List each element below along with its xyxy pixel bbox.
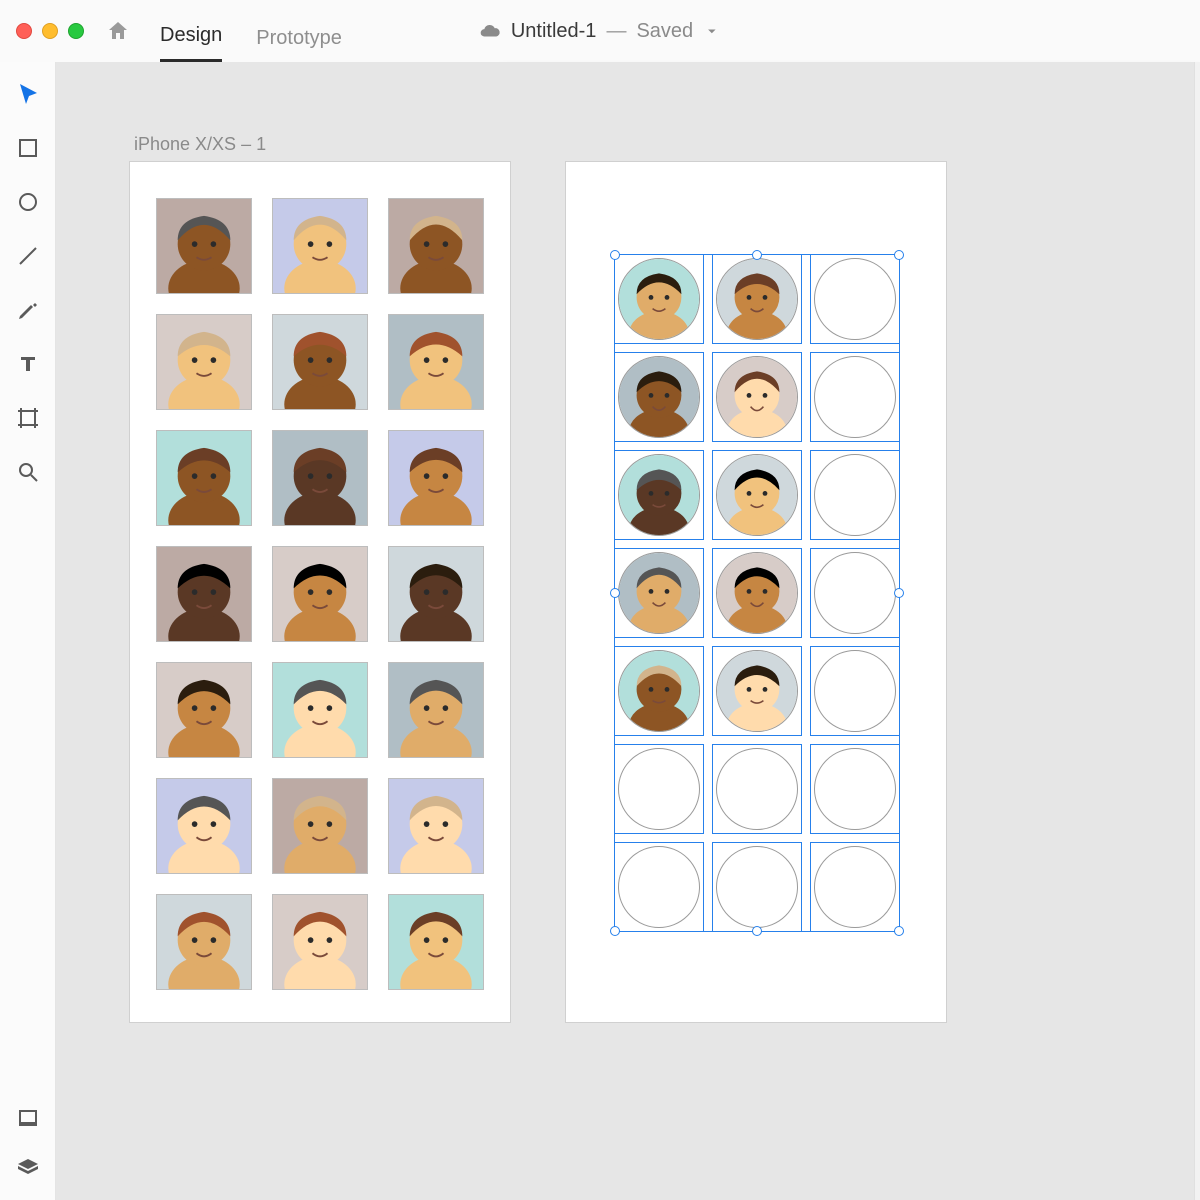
image-cell[interactable] — [388, 314, 484, 410]
image-cell[interactable] — [388, 778, 484, 874]
image-cell[interactable] — [810, 254, 900, 344]
image-cell[interactable] — [810, 450, 900, 540]
image-cell[interactable] — [156, 546, 252, 642]
main-area: iPhone X/XS – 1 — [0, 62, 1200, 1200]
document-title[interactable]: Untitled-1 — Saved — [479, 20, 721, 43]
mode-tabs: Design Prototype — [160, 0, 342, 62]
artboard-label[interactable]: iPhone X/XS – 1 — [134, 134, 266, 155]
zoom-window-button[interactable] — [68, 23, 84, 39]
image-cell[interactable] — [810, 744, 900, 834]
window-controls — [16, 23, 84, 39]
left-toolbar — [0, 62, 56, 1200]
select-tool[interactable] — [14, 80, 42, 108]
image-cell[interactable] — [156, 314, 252, 410]
titlebar: Design Prototype Untitled-1 — Saved — [0, 0, 1200, 62]
chevron-down-icon — [703, 22, 721, 40]
image-cell[interactable] — [156, 198, 252, 294]
image-cell[interactable] — [712, 744, 802, 834]
text-tool[interactable] — [14, 350, 42, 378]
image-cell[interactable] — [272, 314, 368, 410]
circle-image-grid — [614, 254, 900, 932]
image-cell[interactable] — [272, 778, 368, 874]
artboard-1[interactable] — [130, 162, 510, 1022]
line-tool[interactable] — [14, 242, 42, 270]
image-cell[interactable] — [272, 662, 368, 758]
artboard-2[interactable] — [566, 162, 946, 1022]
image-cell[interactable] — [272, 430, 368, 526]
artboard-tool[interactable] — [14, 404, 42, 432]
image-cell[interactable] — [614, 842, 704, 932]
image-cell[interactable] — [712, 548, 802, 638]
document-name: Untitled-1 — [511, 20, 597, 43]
image-cell[interactable] — [614, 254, 704, 344]
home-icon[interactable] — [106, 19, 130, 43]
image-cell[interactable] — [712, 352, 802, 442]
cloud-icon — [479, 20, 501, 42]
image-cell[interactable] — [810, 646, 900, 736]
image-cell[interactable] — [272, 198, 368, 294]
image-cell[interactable] — [156, 778, 252, 874]
tab-design[interactable]: Design — [160, 24, 222, 62]
image-cell[interactable] — [388, 198, 484, 294]
ellipse-tool[interactable] — [14, 188, 42, 216]
canvas[interactable]: iPhone X/XS – 1 — [56, 62, 1200, 1200]
tab-prototype[interactable]: Prototype — [256, 27, 342, 62]
square-image-grid — [130, 162, 510, 1026]
pen-tool[interactable] — [14, 296, 42, 324]
image-cell[interactable] — [614, 548, 704, 638]
image-cell[interactable] — [712, 646, 802, 736]
image-cell[interactable] — [614, 646, 704, 736]
image-cell[interactable] — [712, 254, 802, 344]
image-cell[interactable] — [388, 894, 484, 990]
title-separator: — — [606, 20, 626, 43]
image-cell[interactable] — [272, 546, 368, 642]
image-cell[interactable] — [388, 662, 484, 758]
image-cell[interactable] — [614, 450, 704, 540]
image-cell[interactable] — [388, 430, 484, 526]
image-cell[interactable] — [712, 842, 802, 932]
image-cell[interactable] — [272, 894, 368, 990]
image-cell[interactable] — [156, 894, 252, 990]
image-cell[interactable] — [712, 450, 802, 540]
image-cell[interactable] — [614, 744, 704, 834]
image-cell[interactable] — [156, 430, 252, 526]
image-cell[interactable] — [388, 546, 484, 642]
image-cell[interactable] — [614, 352, 704, 442]
right-panel-edge — [1194, 62, 1200, 1200]
image-cell[interactable] — [810, 352, 900, 442]
image-cell[interactable] — [810, 548, 900, 638]
close-window-button[interactable] — [16, 23, 32, 39]
save-status: Saved — [636, 20, 693, 43]
minimize-window-button[interactable] — [42, 23, 58, 39]
zoom-tool[interactable] — [14, 458, 42, 486]
image-cell[interactable] — [810, 842, 900, 932]
assets-panel-button[interactable] — [14, 1104, 42, 1132]
layers-panel-button[interactable] — [14, 1154, 42, 1182]
image-cell[interactable] — [156, 662, 252, 758]
rectangle-tool[interactable] — [14, 134, 42, 162]
